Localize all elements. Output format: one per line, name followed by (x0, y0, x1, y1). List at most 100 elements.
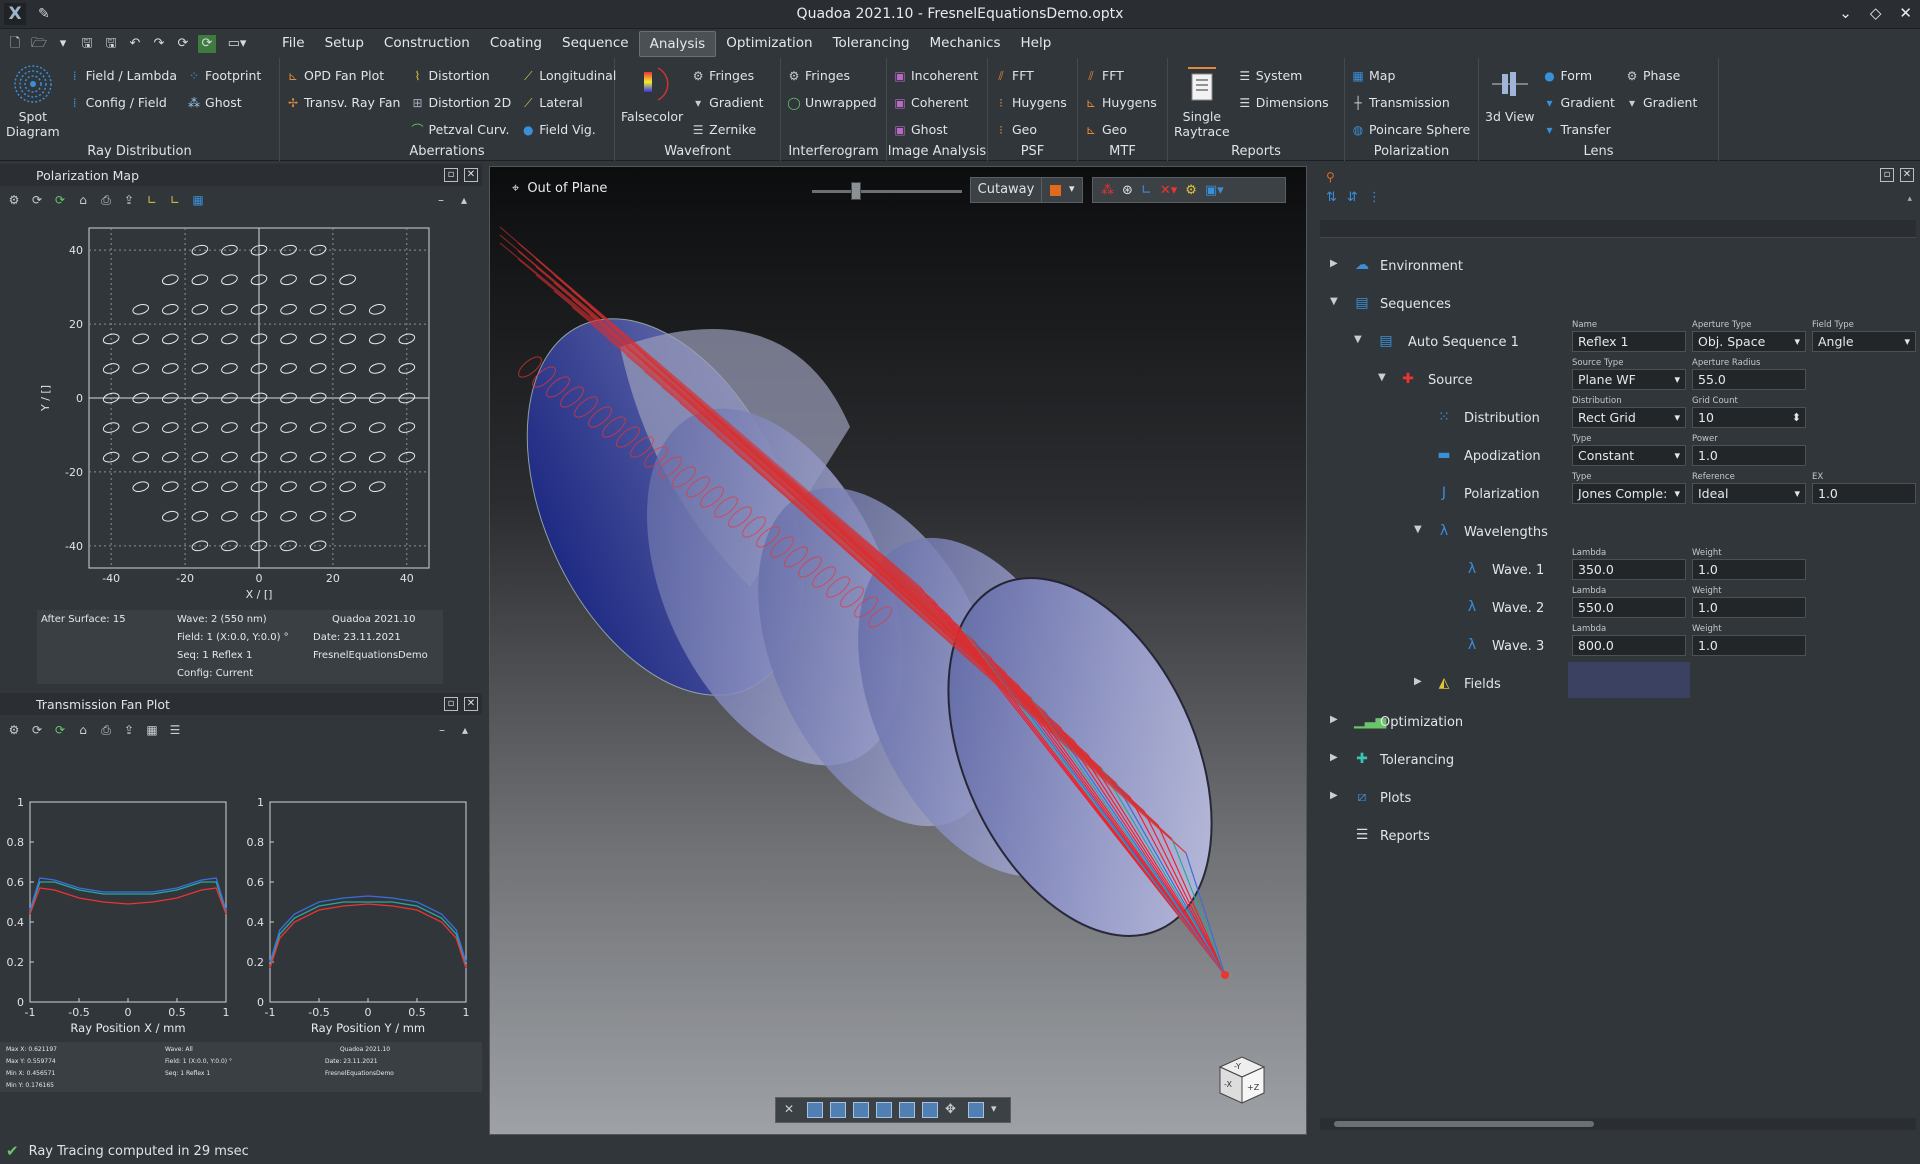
unwrapped-button[interactable]: ◯ Unwrapped (787, 89, 880, 116)
hide-rays-icon[interactable]: ✕▾ (1160, 183, 1177, 198)
settings-icon[interactable]: ⚙ (6, 722, 22, 738)
tree-item-sequences[interactable]: ▼ ▤ Sequences (1318, 282, 1920, 320)
redo-icon[interactable]: ↷ (150, 35, 168, 53)
refresh-icon[interactable]: ⟳ (174, 35, 192, 53)
polarization-type-select[interactable]: Type Jones Comple: (1572, 472, 1686, 504)
ray-type-icon[interactable]: ⁂ (1101, 183, 1114, 198)
refresh-icon[interactable]: ⟳ (29, 722, 45, 738)
scrollbar-thumb[interactable] (1334, 1121, 1594, 1127)
expand-all-icon[interactable]: ⇅ (1326, 190, 1337, 205)
lens-gradient-button[interactable]: ▾ Gradient (1543, 89, 1615, 116)
view-right-icon[interactable] (876, 1102, 892, 1118)
ex-field[interactable]: EX 1.0 (1812, 472, 1916, 504)
view-iso-icon[interactable] (968, 1102, 984, 1118)
tree-item-distribution[interactable]: ⁙ Distribution DistributionRect Grid Gri… (1318, 396, 1920, 434)
transv-ray-fan-button[interactable]: ✢ Transv. Ray Fan (286, 89, 401, 116)
undo-icon[interactable]: ↶ (126, 35, 144, 53)
transparency-slider[interactable] (812, 190, 962, 193)
home-icon[interactable]: ⌂ (75, 722, 91, 738)
view-left-icon[interactable] (853, 1102, 869, 1118)
view-top-icon[interactable] (899, 1102, 915, 1118)
ghost-ray-button[interactable]: ⁂ Ghost (187, 89, 261, 116)
aperture-radius-field[interactable]: Aperture Radius 55.0 (1692, 358, 1806, 390)
tree-item-auto-sequence[interactable]: ▼ ▤ Auto Sequence 1 Name Reflex 1 Apertur… (1318, 320, 1920, 358)
lens-form-button[interactable]: ● Form (1543, 62, 1615, 89)
auto-update-icon[interactable]: ⟳ (198, 34, 216, 53)
lens-phase-gradient-button[interactable]: ▾ Gradient (1625, 89, 1697, 116)
menu-mechanics[interactable]: Mechanics (920, 31, 1011, 57)
tree-item-tolerancing[interactable]: ▶ ✚ Tolerancing (1318, 738, 1920, 776)
close-panel-icon[interactable]: ✕ (1900, 168, 1914, 182)
tree-item-optimization[interactable]: ▶ ▁▃▅ Optimization (1318, 700, 1920, 738)
pin-icon[interactable]: ✎ (38, 6, 50, 22)
pan-icon[interactable]: ✥ (945, 1102, 961, 1118)
power-field[interactable]: Power 1.0 (1692, 434, 1806, 466)
tree-item-source[interactable]: ▼ ✚ Source Source TypePlane WF Aperture … (1318, 358, 1920, 396)
expand-arrow-icon[interactable]: ▶ (1330, 790, 1338, 801)
image-ghost-button[interactable]: ▣ Ghost (893, 116, 981, 143)
tree-item-reports[interactable]: ☰ Reports (1318, 814, 1920, 852)
close-icon[interactable]: ✕ (1899, 4, 1912, 22)
menu-optimization[interactable]: Optimization (716, 31, 822, 57)
view-bottom-icon[interactable] (922, 1102, 938, 1118)
dimensions-report-button[interactable]: ☰ Dimensions (1238, 89, 1328, 116)
close-panel-icon[interactable]: ✕ (464, 697, 478, 711)
out-of-plane-toggle[interactable]: ⌖ Out of Plane (512, 181, 607, 196)
grid-toggle-icon[interactable]: ▦ (144, 722, 160, 738)
system-report-button[interactable]: ☰ System (1238, 62, 1329, 89)
tree-item-plots[interactable]: ▶ ⧄ Plots (1318, 776, 1920, 814)
distribution-select[interactable]: Distribution Rect Grid (1572, 396, 1686, 428)
collapse-arrow-icon[interactable]: ▼ (1414, 524, 1422, 535)
mtf-geo-button[interactable]: ⊾ Geo (1084, 116, 1161, 143)
save-as-icon[interactable]: 🖫 (102, 35, 120, 53)
menu-tolerancing[interactable]: Tolerancing (823, 31, 920, 57)
zernike-button[interactable]: ☰ Zernike (691, 116, 763, 143)
collapse-arrow-icon[interactable]: ▼ (1330, 296, 1338, 307)
grid-count-stepper[interactable]: Grid Count 10 (1692, 396, 1806, 428)
reference-select[interactable]: Reference Ideal (1692, 472, 1806, 504)
new-file-icon[interactable]: 🗋 (6, 35, 24, 53)
field-vig-button[interactable]: ● Field Vig. (521, 116, 616, 143)
navigation-cube[interactable]: -Y -X +Z (1218, 1056, 1266, 1104)
export-icon[interactable]: ⇪ (121, 722, 137, 738)
scroll-up-icon[interactable]: ▴ (457, 722, 473, 738)
collapse-arrow-icon[interactable]: ▼ (1354, 334, 1362, 345)
source-type-select[interactable]: Source Type Plane WF (1572, 358, 1686, 390)
collapse-all-icon[interactable]: ⇵ (1347, 190, 1358, 205)
tree-item-wave-1[interactable]: λ Wave. 1 Lambda 350.0 Weight 1.0 (1318, 548, 1920, 586)
psf-geo-button[interactable]: ⁝ Geo (994, 116, 1071, 143)
lambda-field[interactable]: Lambda 350.0 (1572, 548, 1686, 580)
settings-gear-icon[interactable]: ⚙ (1185, 183, 1197, 198)
float-icon[interactable]: ▫ (1880, 168, 1894, 182)
axis-scale-icon[interactable]: ∟ (167, 192, 183, 208)
horizontal-scrollbar[interactable] (1320, 1118, 1916, 1130)
menu-setup[interactable]: Setup (315, 31, 374, 57)
grid-toggle-icon[interactable]: ▦ (190, 192, 206, 208)
menu-analysis[interactable]: Analysis (638, 30, 717, 57)
weight-field[interactable]: Weight 1.0 (1692, 586, 1806, 618)
config-field-button[interactable]: ⁞ Config / Field (68, 89, 177, 116)
expand-arrow-icon[interactable]: ▶ (1414, 676, 1422, 687)
coherent-button[interactable]: ▣ Coherent (893, 89, 981, 116)
collapse-arrow-icon[interactable]: ▼ (1378, 372, 1386, 383)
settings-icon[interactable]: ⚙ (6, 192, 22, 208)
view-back-icon[interactable] (830, 1102, 846, 1118)
3d-viewport[interactable]: -Y -X +Z ⌖ Out of Plane Cutaway ▾ ⁂ ⊛ ∟ ✕… (489, 166, 1307, 1135)
float-icon[interactable]: ▫ (444, 697, 458, 711)
tree-item-wave-2[interactable]: λ Wave. 2 Lambda 550.0 Weight 1.0 (1318, 586, 1920, 624)
wavefront-gradient-button[interactable]: ▾ Gradient (691, 89, 763, 116)
print-icon[interactable]: ⎙ (98, 192, 114, 208)
menu-file[interactable]: File (272, 31, 315, 57)
name-field[interactable]: Name Reflex 1 (1572, 320, 1686, 352)
wavefront-fringes-button[interactable]: ⚙ Fringes (691, 62, 763, 89)
apodization-type-select[interactable]: Type Constant (1572, 434, 1686, 466)
export-icon[interactable]: ⇪ (121, 192, 137, 208)
pin-icon[interactable]: ⚲ (1326, 170, 1335, 184)
expand-arrow-icon[interactable]: ▶ (1330, 752, 1338, 763)
weight-field[interactable]: Weight 1.0 (1692, 548, 1806, 580)
menu-sequence[interactable]: Sequence (552, 31, 639, 57)
expand-arrow-icon[interactable]: ▶ (1330, 714, 1338, 725)
longitudinal-button[interactable]: ⟋ Longitudinal (521, 62, 616, 89)
transmission-button[interactable]: ┼ Transmission (1351, 89, 1472, 116)
expand-arrow-icon[interactable]: ▶ (1330, 258, 1338, 269)
